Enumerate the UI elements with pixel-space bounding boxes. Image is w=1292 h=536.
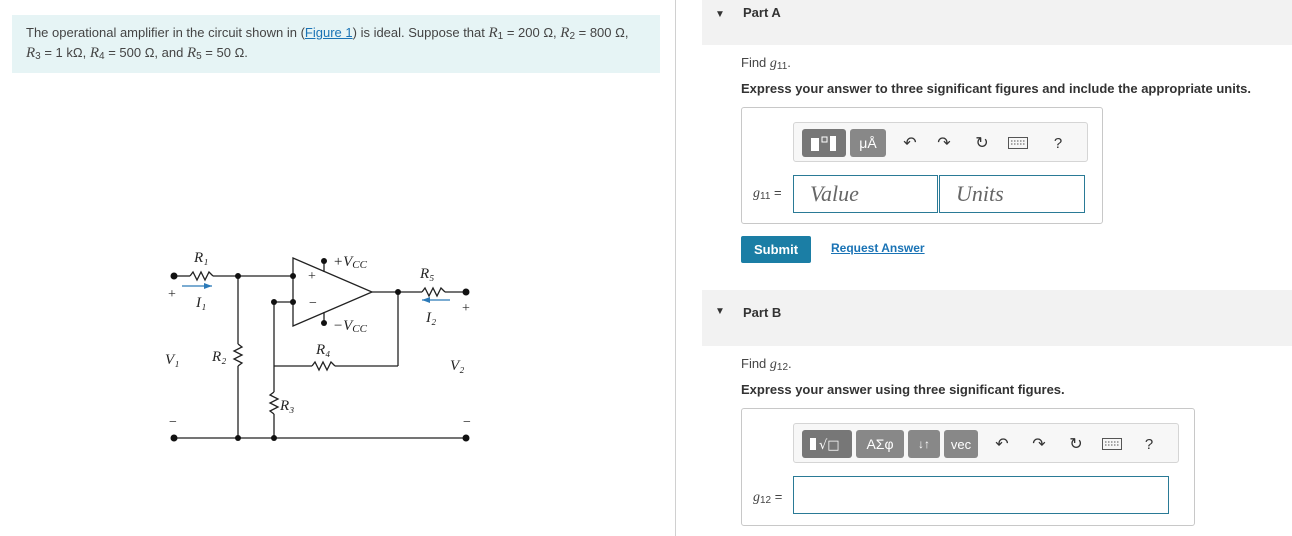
answer-input[interactable]: [793, 476, 1169, 514]
units-button[interactable]: μÅ: [850, 129, 886, 157]
r4-symbol: R: [89, 45, 100, 61]
opamp-noninverting-sign: +: [308, 269, 316, 284]
r5-resistor: [421, 286, 446, 298]
request-answer-link[interactable]: Request Answer: [831, 241, 925, 255]
reset-icon[interactable]: ↻: [970, 131, 994, 155]
label-i1: I₁: [195, 295, 206, 311]
help-icon[interactable]: ?: [1046, 131, 1070, 155]
templates-button[interactable]: [802, 129, 846, 157]
part-a-answer-box: μÅ ↶ ↷ ↻ ? g11 = Value Units: [741, 107, 1103, 224]
redo-icon[interactable]: ↷: [1027, 432, 1051, 456]
label-v2: V₂: [450, 358, 464, 374]
redo-icon[interactable]: ↷: [932, 131, 956, 155]
label-i2: I₂: [425, 310, 436, 326]
keyboard-icon[interactable]: [1006, 131, 1030, 155]
collapse-caret-icon[interactable]: ▼: [715, 9, 725, 20]
part-b-toolbar: √□ ΑΣφ ↓↑ vec ↶ ↷ ↻ ?: [793, 423, 1179, 463]
problem-text: The operational amplifier in the circuit…: [26, 25, 305, 40]
problem-statement: The operational amplifier in the circuit…: [12, 15, 660, 73]
i2-arrow-icon: [422, 297, 430, 303]
r4-value: = 500 Ω, and: [104, 45, 187, 60]
part-b-instruction: Express your answer using three signific…: [741, 382, 1065, 397]
label-vcc-neg: −VCC: [333, 318, 368, 335]
submit-button[interactable]: Submit: [741, 236, 811, 263]
v1-minus-sign: −: [169, 415, 177, 430]
v2-plus-sign: +: [462, 301, 470, 316]
help-icon[interactable]: ?: [1137, 432, 1161, 456]
opamp-inverting-sign: −: [309, 296, 317, 311]
part-b-header[interactable]: ▼ Part B: [702, 290, 1292, 346]
templates-icon: [811, 136, 836, 151]
figure-link[interactable]: Figure 1: [305, 25, 353, 40]
greek-button[interactable]: ΑΣφ: [856, 430, 904, 458]
part-b-eq-label: g12 =: [753, 489, 783, 506]
r2-value: = 800 Ω,: [575, 25, 629, 40]
part-a-title: Part A: [743, 5, 781, 20]
r5-value: = 50 Ω.: [201, 45, 248, 60]
sqrt-template-button[interactable]: √□: [802, 430, 852, 458]
panel-divider: [675, 0, 676, 536]
r4-resistor: [311, 360, 336, 372]
circuit-diagram: R₁ I₁ R₂ R₃ R₄ R₅ I₂ V₁ V₂ +VCC −VCC + −…: [165, 250, 471, 442]
collapse-caret-icon[interactable]: ▼: [715, 306, 725, 317]
label-r4: R₄: [315, 342, 330, 358]
undo-icon[interactable]: ↶: [898, 131, 922, 155]
arrows-button[interactable]: ↓↑: [908, 430, 940, 458]
r1-resistor: [189, 270, 214, 282]
v2-minus-sign: −: [463, 415, 471, 430]
label-vcc-pos: +VCC: [333, 254, 368, 271]
units-input[interactable]: Units: [939, 175, 1085, 213]
templates-icon: √□: [810, 438, 840, 453]
part-a-header[interactable]: ▼ Part A: [702, 0, 1292, 45]
r3-symbol: R: [26, 45, 36, 61]
part-a-toolbar: μÅ ↶ ↷ ↻ ?: [793, 122, 1088, 162]
label-r2: R₂: [211, 349, 226, 365]
undo-icon[interactable]: ↶: [990, 432, 1014, 456]
part-b-title: Part B: [743, 305, 782, 320]
r3-value: = 1 kΩ,: [40, 45, 90, 60]
part-a-instruction: Express your answer to three significant…: [741, 81, 1251, 96]
svg-text:√□: √□: [819, 438, 840, 453]
label-v1: V₁: [165, 352, 179, 368]
part-b-answer-box: √□ ΑΣφ ↓↑ vec ↶ ↷ ↻ ? g12 =: [741, 408, 1195, 526]
r3-resistor: [268, 391, 280, 415]
vec-button[interactable]: vec: [944, 430, 978, 458]
problem-text: ) is ideal. Suppose that: [352, 25, 489, 40]
label-r3: R₃: [279, 398, 294, 414]
reset-icon[interactable]: ↻: [1064, 432, 1088, 456]
i1-arrow-icon: [204, 283, 212, 289]
value-input[interactable]: Value: [793, 175, 938, 213]
r5-symbol: R: [186, 45, 197, 61]
v1-plus-sign: +: [168, 287, 176, 302]
label-r1: R₁: [193, 250, 208, 266]
part-a-question: Find g11.: [741, 55, 791, 72]
r1-value: = 200 Ω,: [503, 25, 561, 40]
label-r5: R₅: [419, 266, 434, 282]
r2-resistor: [232, 343, 244, 367]
keyboard-icon[interactable]: [1100, 432, 1124, 456]
part-a-eq-label: g11 =: [753, 185, 782, 202]
part-b-question: Find g12.: [741, 356, 792, 373]
r1-symbol: R: [488, 25, 498, 41]
